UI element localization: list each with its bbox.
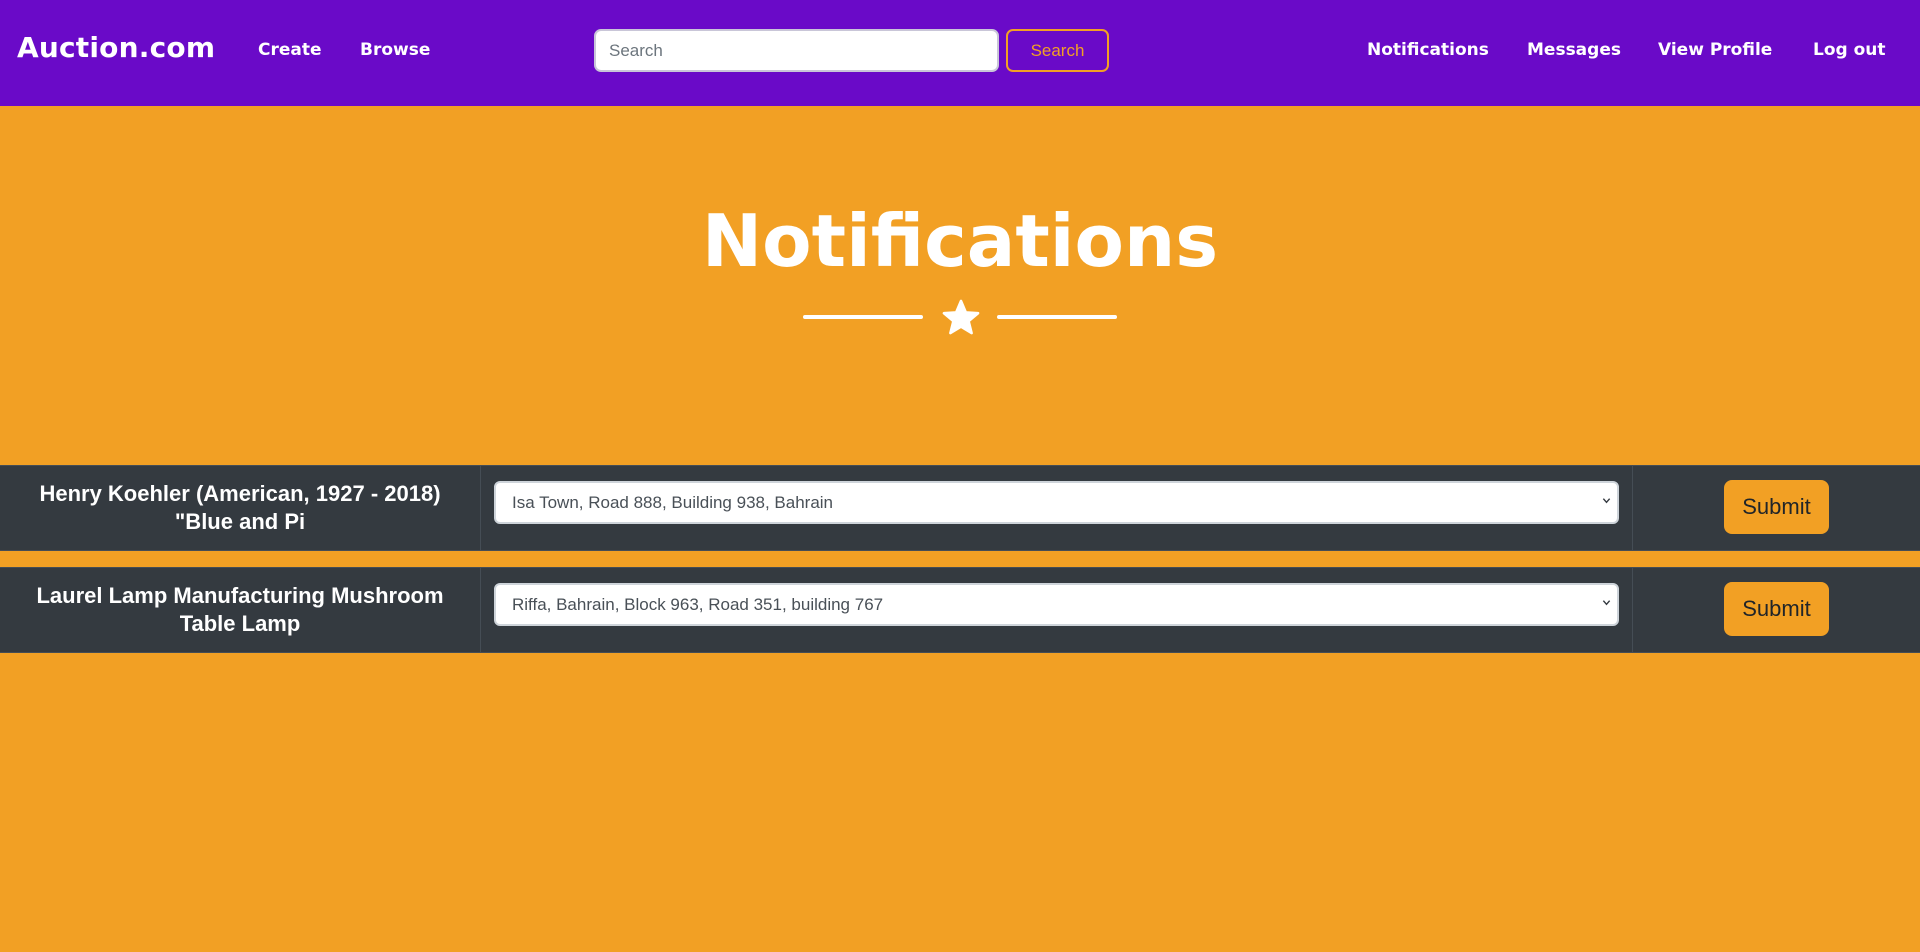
divider-line-right [997, 315, 1117, 319]
action-cell: Submit [1633, 466, 1920, 550]
item-title: Laurel Lamp Manufacturing Mushroom Table… [0, 568, 481, 652]
action-cell: Submit [1633, 568, 1920, 652]
notification-row: Henry Koehler (American, 1927 - 2018) "B… [0, 465, 1920, 551]
address-select[interactable]: Riffa, Bahrain, Block 963, Road 351, bui… [494, 583, 1619, 626]
nav-link-view-profile[interactable]: View Profile [1658, 40, 1772, 60]
nav-link-log-out[interactable]: Log out [1813, 40, 1886, 60]
address-cell: Riffa, Bahrain, Block 963, Road 351, bui… [481, 568, 1633, 652]
nav-link-browse[interactable]: Browse [360, 40, 430, 60]
top-navbar: Auction.com Create Browse Search Notific… [0, 0, 1920, 106]
divider-line-left [803, 315, 923, 319]
star-icon [942, 299, 980, 335]
search-button[interactable]: Search [1006, 29, 1109, 72]
submit-button[interactable]: Submit [1724, 480, 1829, 534]
nav-link-create[interactable]: Create [258, 40, 322, 60]
nav-link-notifications[interactable]: Notifications [1367, 40, 1489, 60]
address-select[interactable]: Isa Town, Road 888, Building 938, Bahrai… [494, 481, 1619, 524]
page-title: Notifications [701, 199, 1219, 283]
address-cell: Isa Town, Road 888, Building 938, Bahrai… [481, 466, 1633, 550]
notification-row: Laurel Lamp Manufacturing Mushroom Table… [0, 567, 1920, 653]
brand-logo-link[interactable]: Auction.com [17, 31, 215, 64]
item-title: Henry Koehler (American, 1927 - 2018) "B… [0, 466, 481, 550]
submit-button[interactable]: Submit [1724, 582, 1829, 636]
nav-link-messages[interactable]: Messages [1527, 40, 1621, 60]
search-input[interactable] [594, 29, 999, 72]
